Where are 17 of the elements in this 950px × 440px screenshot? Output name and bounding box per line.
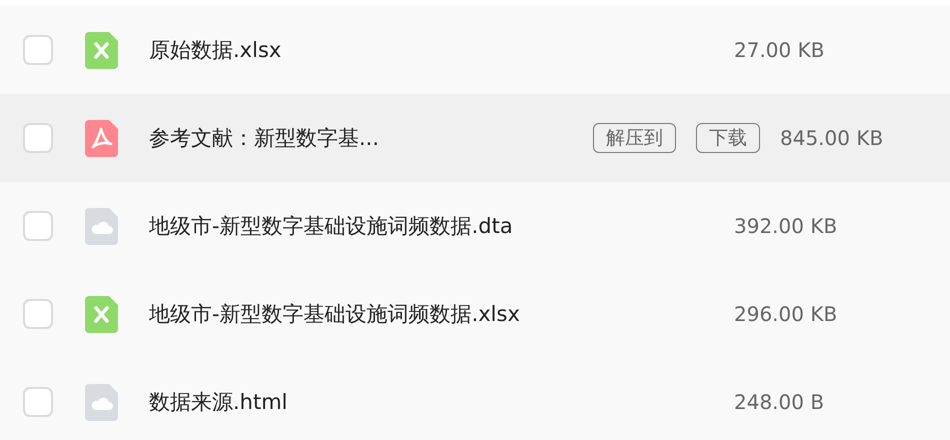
file-size: 392.00 KB bbox=[734, 214, 838, 238]
file-size: 27.00 KB bbox=[734, 38, 826, 62]
file-name: 原始数据.xlsx bbox=[149, 37, 282, 64]
file-row[interactable]: 地级市-新型数字基础设施词频数据.dta 392.00 KB bbox=[0, 182, 950, 270]
file-row[interactable]: 数据来源.html 248.00 B bbox=[0, 358, 950, 440]
action-button[interactable]: 下载 bbox=[696, 123, 760, 153]
file-name: 参考文献：新型数字基... bbox=[149, 125, 380, 152]
file-name: 地级市-新型数字基础设施词频数据.xlsx bbox=[149, 301, 521, 328]
file-row[interactable]: 参考文献：新型数字基... 解压到 下载 845.00 KB bbox=[0, 94, 950, 182]
file-size: 296.00 KB bbox=[734, 302, 838, 326]
file-row[interactable]: 原始数据.xlsx 27.00 KB bbox=[0, 6, 950, 94]
file-size: 845.00 KB bbox=[780, 126, 884, 150]
action-button[interactable]: 解压到 bbox=[593, 123, 676, 153]
file-size: 248.00 B bbox=[734, 390, 826, 414]
file-row[interactable]: 地级市-新型数字基础设施词频数据.xlsx 296.00 KB bbox=[0, 270, 950, 358]
file-name: 数据来源.html bbox=[149, 389, 289, 416]
file-name: 地级市-新型数字基础设施词频数据.dta bbox=[149, 213, 514, 240]
